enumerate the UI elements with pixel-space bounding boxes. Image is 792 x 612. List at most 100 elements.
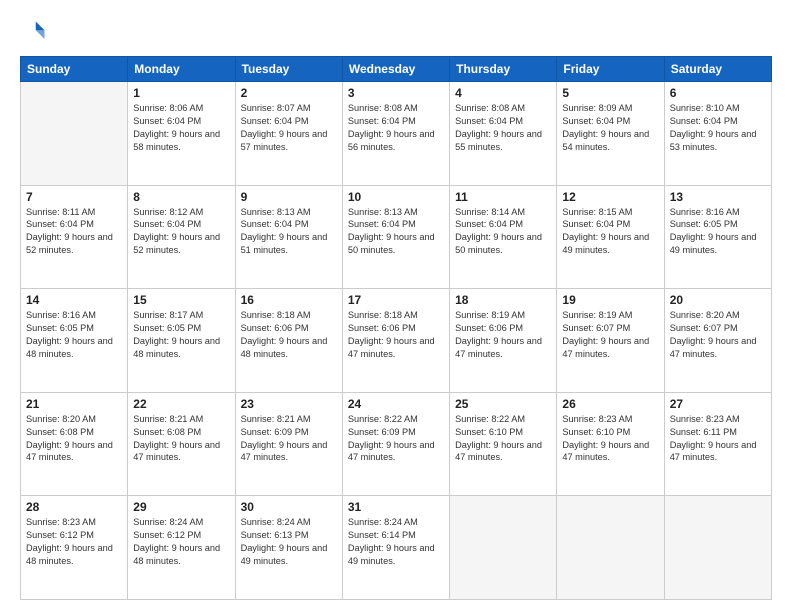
calendar-day-cell: 28 Sunrise: 8:23 AMSunset: 6:12 PMDayligh…: [21, 496, 128, 600]
calendar-week-row: 7 Sunrise: 8:11 AMSunset: 6:04 PMDaylight…: [21, 185, 772, 289]
calendar-day-cell: 11 Sunrise: 8:14 AMSunset: 6:04 PMDayligh…: [450, 185, 557, 289]
day-info: Sunrise: 8:11 AMSunset: 6:04 PMDaylight:…: [26, 206, 122, 258]
calendar-day-cell: 9Sunrise: 8:13 AMSunset: 6:04 PMDaylight…: [235, 185, 342, 289]
day-info: Sunrise: 8:24 AMSunset: 6:14 PMDaylight:…: [348, 516, 444, 568]
calendar-day-header: Wednesday: [342, 57, 449, 82]
calendar-day-cell: 15 Sunrise: 8:17 AMSunset: 6:05 PMDayligh…: [128, 289, 235, 393]
day-number: 26: [562, 397, 658, 411]
calendar-day-cell: 25 Sunrise: 8:22 AMSunset: 6:10 PMDayligh…: [450, 392, 557, 496]
day-number: 10: [348, 190, 444, 204]
day-number: 15: [133, 293, 229, 307]
calendar-day-header: Friday: [557, 57, 664, 82]
page: SundayMondayTuesdayWednesdayThursdayFrid…: [0, 0, 792, 612]
day-number: 22: [133, 397, 229, 411]
day-info: Sunrise: 8:23 AMSunset: 6:10 PMDaylight:…: [562, 413, 658, 465]
day-info: Sunrise: 8:10 AMSunset: 6:04 PMDaylight:…: [670, 102, 766, 154]
calendar-day-cell: 7 Sunrise: 8:11 AMSunset: 6:04 PMDaylight…: [21, 185, 128, 289]
day-number: 28: [26, 500, 122, 514]
day-info: Sunrise: 8:24 AMSunset: 6:12 PMDaylight:…: [133, 516, 229, 568]
calendar-day-cell: [21, 82, 128, 186]
day-number: 13: [670, 190, 766, 204]
day-number: 5: [562, 86, 658, 100]
day-info: Sunrise: 8:12 AMSunset: 6:04 PMDaylight:…: [133, 206, 229, 258]
calendar-day-cell: 24 Sunrise: 8:22 AMSunset: 6:09 PMDayligh…: [342, 392, 449, 496]
day-info: Sunrise: 8:07 AMSunset: 6:04 PMDaylight:…: [241, 102, 337, 154]
day-info: Sunrise: 8:23 AMSunset: 6:11 PMDaylight:…: [670, 413, 766, 465]
day-info: Sunrise: 8:14 AMSunset: 6:04 PMDaylight:…: [455, 206, 551, 258]
day-number: 7: [26, 190, 122, 204]
logo: [20, 18, 52, 46]
day-info: Sunrise: 8:18 AMSunset: 6:06 PMDaylight:…: [241, 309, 337, 361]
calendar-day-cell: 14 Sunrise: 8:16 AMSunset: 6:05 PMDayligh…: [21, 289, 128, 393]
day-number: 16: [241, 293, 337, 307]
calendar-day-cell: 2 Sunrise: 8:07 AMSunset: 6:04 PMDaylight…: [235, 82, 342, 186]
day-number: 1: [133, 86, 229, 100]
day-info: Sunrise: 8:20 AMSunset: 6:07 PMDaylight:…: [670, 309, 766, 361]
calendar-day-cell: 23 Sunrise: 8:21 AMSunset: 6:09 PMDayligh…: [235, 392, 342, 496]
day-number: 9: [241, 190, 337, 204]
calendar-day-cell: 18 Sunrise: 8:19 AMSunset: 6:06 PMDayligh…: [450, 289, 557, 393]
header: [20, 18, 772, 46]
day-info: Sunrise: 8:16 AMSunset: 6:05 PMDaylight:…: [670, 206, 766, 258]
day-number: 21: [26, 397, 122, 411]
day-info: Sunrise: 8:19 AMSunset: 6:06 PMDaylight:…: [455, 309, 551, 361]
day-info: Sunrise: 8:20 AMSunset: 6:08 PMDaylight:…: [26, 413, 122, 465]
day-number: 4: [455, 86, 551, 100]
day-number: 6: [670, 86, 766, 100]
day-number: 27: [670, 397, 766, 411]
calendar-day-cell: 13 Sunrise: 8:16 AMSunset: 6:05 PMDayligh…: [664, 185, 771, 289]
day-info: Sunrise: 8:23 AMSunset: 6:12 PMDaylight:…: [26, 516, 122, 568]
day-number: 19: [562, 293, 658, 307]
day-number: 11: [455, 190, 551, 204]
calendar-day-header: Tuesday: [235, 57, 342, 82]
calendar-day-header: Saturday: [664, 57, 771, 82]
day-number: 8: [133, 190, 229, 204]
day-info: Sunrise: 8:13 AMSunset: 6:04 PMDaylight:…: [348, 206, 444, 258]
day-info: Sunrise: 8:21 AMSunset: 6:09 PMDaylight:…: [241, 413, 337, 465]
day-info: Sunrise: 8:19 AMSunset: 6:07 PMDaylight:…: [562, 309, 658, 361]
day-number: 24: [348, 397, 444, 411]
calendar-day-cell: 1 Sunrise: 8:06 AMSunset: 6:04 PMDaylight…: [128, 82, 235, 186]
calendar-day-cell: 8 Sunrise: 8:12 AMSunset: 6:04 PMDaylight…: [128, 185, 235, 289]
calendar-day-cell: [450, 496, 557, 600]
calendar-day-cell: [557, 496, 664, 600]
day-info: Sunrise: 8:24 AMSunset: 6:13 PMDaylight:…: [241, 516, 337, 568]
day-number: 29: [133, 500, 229, 514]
day-info: Sunrise: 8:08 AMSunset: 6:04 PMDaylight:…: [348, 102, 444, 154]
day-number: 20: [670, 293, 766, 307]
calendar-day-cell: 10 Sunrise: 8:13 AMSunset: 6:04 PMDayligh…: [342, 185, 449, 289]
day-number: 31: [348, 500, 444, 514]
calendar-day-header: Thursday: [450, 57, 557, 82]
calendar-day-cell: 30Sunrise: 8:24 AMSunset: 6:13 PMDayligh…: [235, 496, 342, 600]
day-info: Sunrise: 8:22 AMSunset: 6:10 PMDaylight:…: [455, 413, 551, 465]
day-number: 25: [455, 397, 551, 411]
calendar-day-cell: 19 Sunrise: 8:19 AMSunset: 6:07 PMDayligh…: [557, 289, 664, 393]
day-number: 12: [562, 190, 658, 204]
calendar-day-cell: 3 Sunrise: 8:08 AMSunset: 6:04 PMDaylight…: [342, 82, 449, 186]
calendar-week-row: 21 Sunrise: 8:20 AMSunset: 6:08 PMDayligh…: [21, 392, 772, 496]
calendar-day-cell: 12 Sunrise: 8:15 AMSunset: 6:04 PMDayligh…: [557, 185, 664, 289]
calendar-day-cell: 29 Sunrise: 8:24 AMSunset: 6:12 PMDayligh…: [128, 496, 235, 600]
day-number: 14: [26, 293, 122, 307]
day-info: Sunrise: 8:22 AMSunset: 6:09 PMDaylight:…: [348, 413, 444, 465]
calendar-day-cell: 20 Sunrise: 8:20 AMSunset: 6:07 PMDayligh…: [664, 289, 771, 393]
calendar-day-cell: 16 Sunrise: 8:18 AMSunset: 6:06 PMDayligh…: [235, 289, 342, 393]
day-number: 17: [348, 293, 444, 307]
day-info: Sunrise: 8:09 AMSunset: 6:04 PMDaylight:…: [562, 102, 658, 154]
day-info: Sunrise: 8:17 AMSunset: 6:05 PMDaylight:…: [133, 309, 229, 361]
day-number: 23: [241, 397, 337, 411]
day-info: Sunrise: 8:15 AMSunset: 6:04 PMDaylight:…: [562, 206, 658, 258]
calendar-week-row: 14 Sunrise: 8:16 AMSunset: 6:05 PMDayligh…: [21, 289, 772, 393]
day-info: Sunrise: 8:08 AMSunset: 6:04 PMDaylight:…: [455, 102, 551, 154]
day-info: Sunrise: 8:06 AMSunset: 6:04 PMDaylight:…: [133, 102, 229, 154]
calendar-day-cell: 4 Sunrise: 8:08 AMSunset: 6:04 PMDaylight…: [450, 82, 557, 186]
calendar-header-row: SundayMondayTuesdayWednesdayThursdayFrid…: [21, 57, 772, 82]
calendar-day-cell: [664, 496, 771, 600]
logo-icon: [20, 18, 48, 46]
calendar-day-cell: 22Sunrise: 8:21 AMSunset: 6:08 PMDayligh…: [128, 392, 235, 496]
day-number: 2: [241, 86, 337, 100]
day-number: 3: [348, 86, 444, 100]
calendar-day-cell: 26 Sunrise: 8:23 AMSunset: 6:10 PMDayligh…: [557, 392, 664, 496]
day-number: 18: [455, 293, 551, 307]
day-info: Sunrise: 8:16 AMSunset: 6:05 PMDaylight:…: [26, 309, 122, 361]
